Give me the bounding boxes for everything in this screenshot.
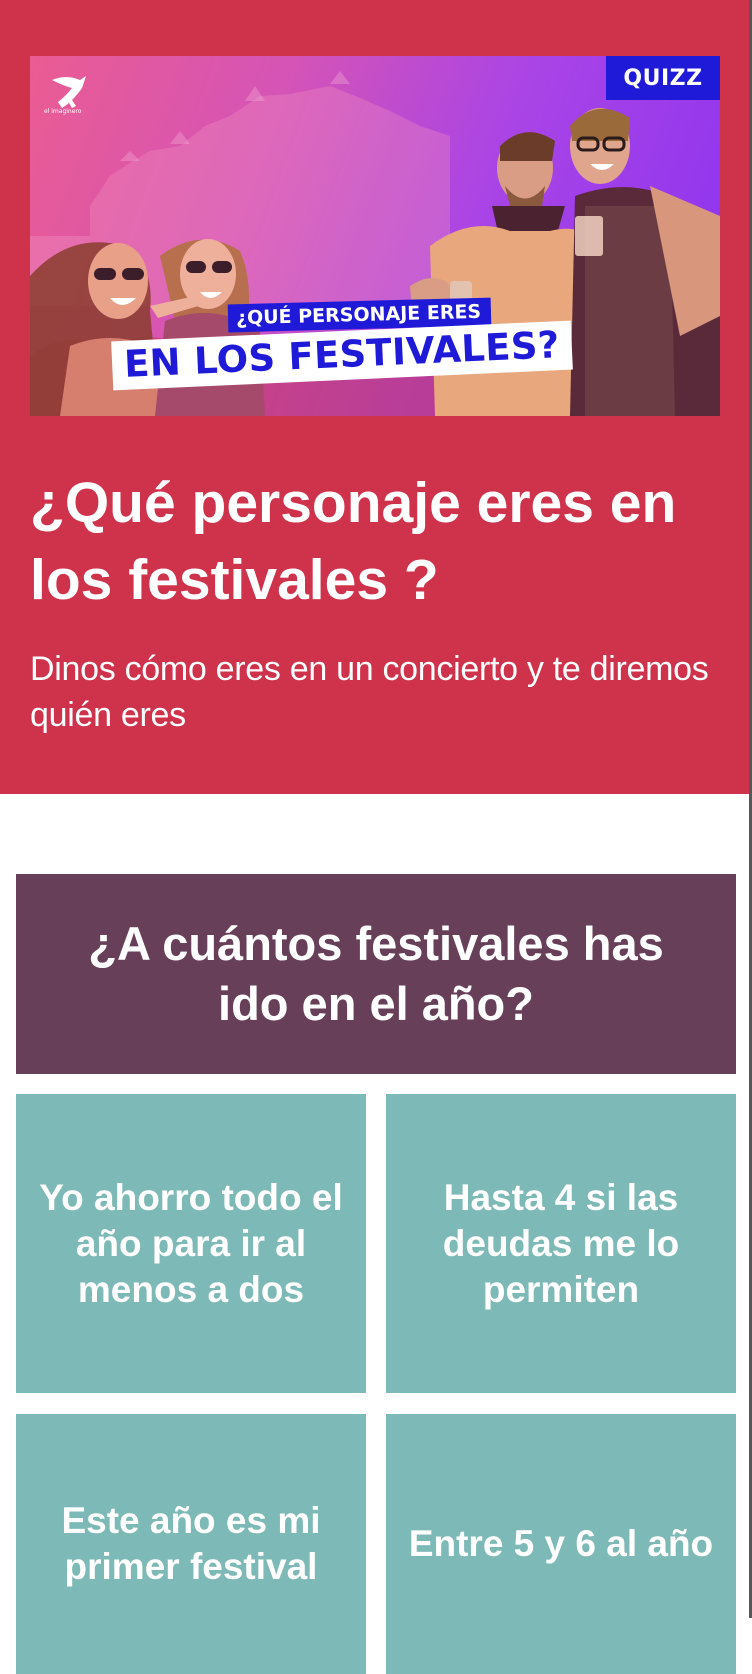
quiz-title: ¿Qué personaje eres en los festivales ? <box>30 471 677 612</box>
answer-label: Entre 5 y 6 al año <box>408 1523 714 1564</box>
answer-option-2[interactable]: Hasta 4 si las deudas me lo permiten <box>386 1094 736 1393</box>
answer-option-4[interactable]: Entre 5 y 6 al año <box>386 1414 736 1674</box>
logo-wordmark: el imaginero <box>44 108 82 115</box>
quiz-cover-image: el imaginero QUIZZ ¿QUÉ PERSONAJE ERES E… <box>30 56 720 416</box>
answer-label: Hasta 4 si las deudas me lo permiten <box>442 1176 680 1310</box>
answer-option-1[interactable]: Yo ahorro todo el año para ir al menos a… <box>16 1094 366 1393</box>
quizz-badge: QUIZZ <box>606 56 720 100</box>
answer-option-3[interactable]: Este año es mi primer festival <box>16 1414 366 1674</box>
question-card: ¿A cuántos festivales has ido en el año? <box>16 874 736 1074</box>
question-text: ¿A cuántos festivales has ido en el año? <box>88 917 664 1030</box>
quiz-subtitle: Dinos cómo eres en un concierto y te dir… <box>30 650 709 734</box>
answer-label: Este año es mi primer festival <box>61 1500 321 1587</box>
quiz-header: el imaginero QUIZZ ¿QUÉ PERSONAJE ERES E… <box>0 0 749 794</box>
answer-label: Yo ahorro todo el año para ir al menos a… <box>39 1176 343 1310</box>
